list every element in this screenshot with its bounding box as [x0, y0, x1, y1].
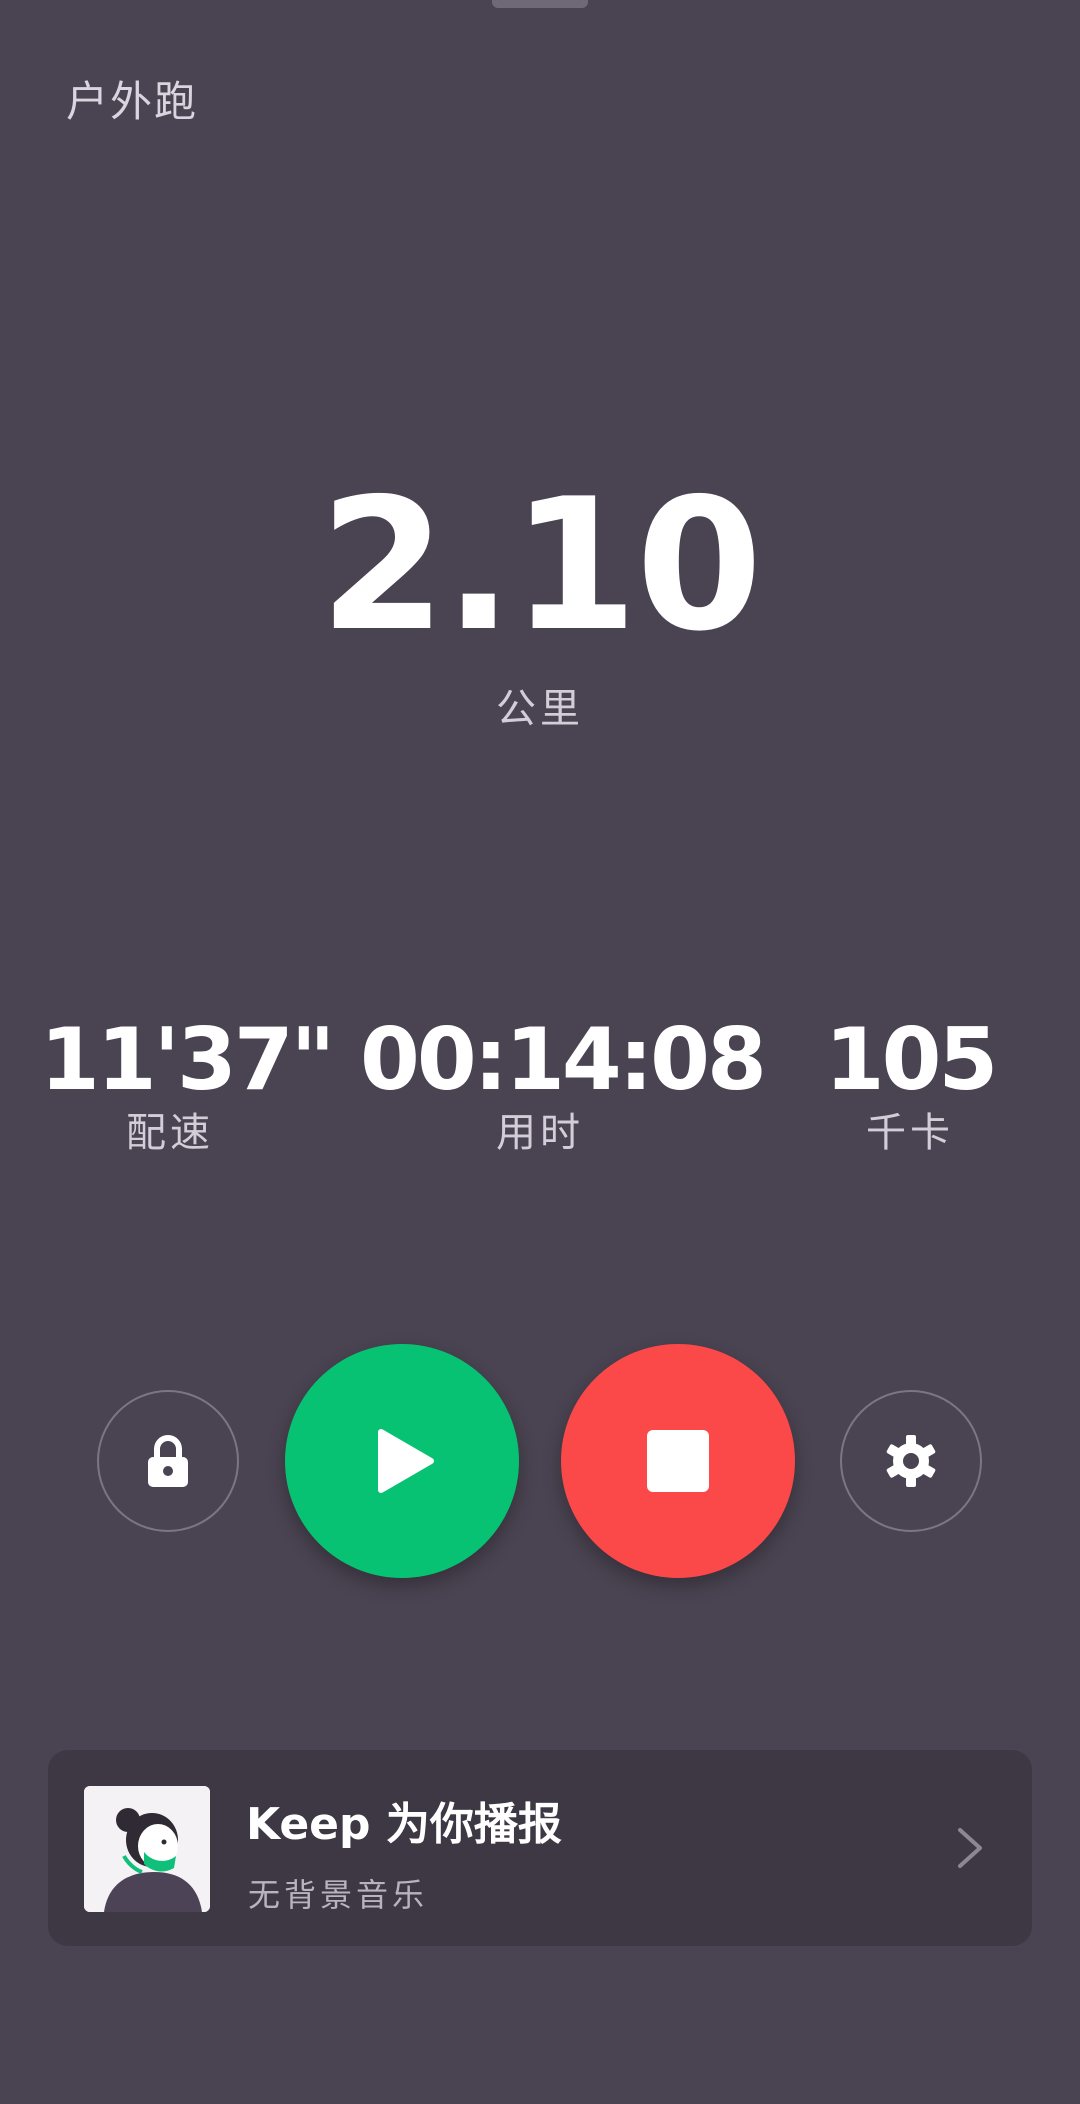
stop-button[interactable] — [561, 1344, 795, 1578]
duration-stat: 00:14:08 用时 — [360, 1010, 767, 1158]
settings-button[interactable] — [840, 1390, 982, 1532]
coach-avatar — [84, 1786, 210, 1912]
voice-card-subtitle: 无背景音乐 — [248, 1876, 429, 1914]
pace-value: 11'37" — [40, 1010, 336, 1110]
top-drag-handle[interactable] — [492, 0, 588, 8]
pace-label: 配速 — [126, 1110, 214, 1156]
lock-button[interactable] — [97, 1390, 239, 1532]
distance-value: 2.10 — [319, 459, 762, 671]
resume-button[interactable] — [285, 1344, 519, 1578]
voice-card-title: Keep 为你播报 — [246, 1799, 562, 1850]
gear-icon — [886, 1435, 936, 1487]
chevron-right-icon — [958, 1828, 982, 1868]
pace-stat: 11'37" 配速 — [40, 1010, 336, 1158]
distance-unit: 公里 — [496, 686, 584, 732]
voice-broadcast-card[interactable]: Keep 为你播报 无背景音乐 — [48, 1750, 1032, 1946]
lock-icon — [148, 1435, 188, 1487]
calories-value: 105 — [824, 1010, 999, 1110]
duration-label: 用时 — [496, 1110, 584, 1156]
workout-mode-title: 户外跑 — [66, 77, 199, 126]
calories-stat: 105 千卡 — [780, 1012, 1040, 1158]
duration-value: 00:14:08 — [360, 1010, 767, 1110]
play-icon — [378, 1429, 434, 1493]
stop-icon — [647, 1430, 709, 1492]
calories-label: 千卡 — [866, 1110, 954, 1156]
